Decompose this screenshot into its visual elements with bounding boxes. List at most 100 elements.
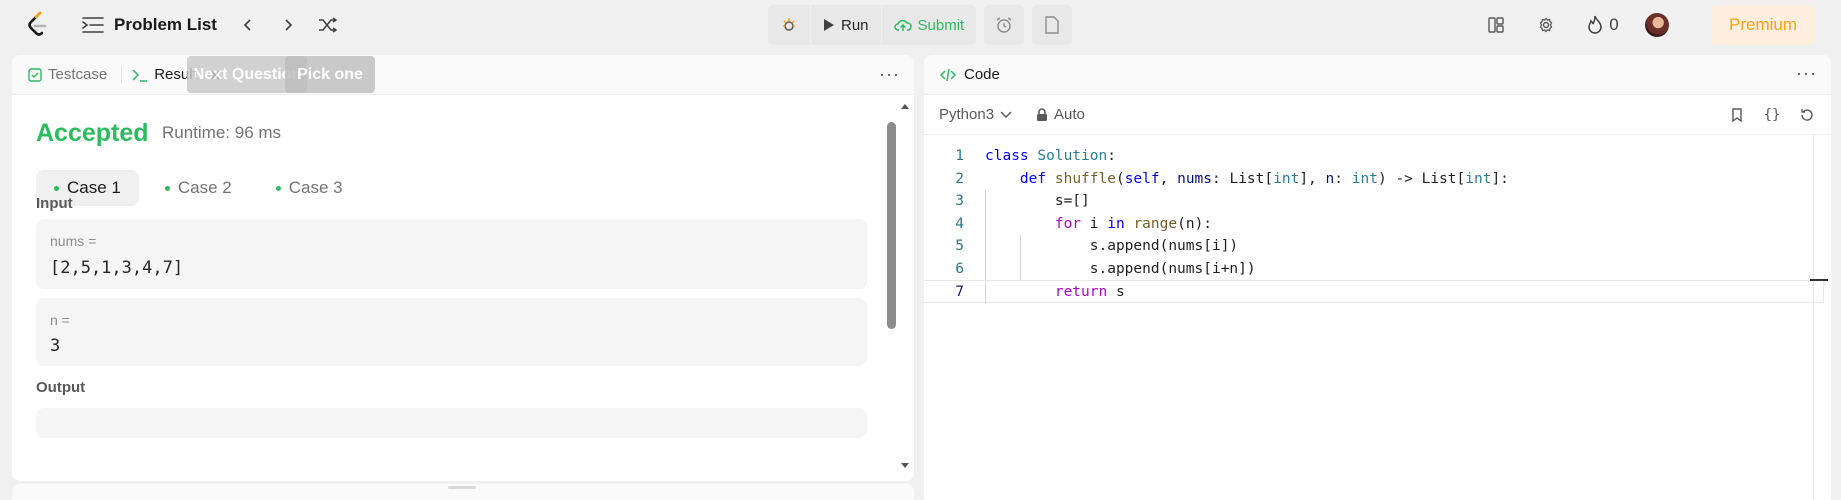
run-submit-bar: Run Submit <box>768 5 977 45</box>
code-title: Code <box>964 66 1000 83</box>
note-icon <box>1045 16 1059 34</box>
editor-scrollbar[interactable] <box>1813 135 1814 500</box>
lock-icon <box>1037 107 1047 121</box>
input-box-nums: nums = [2,5,1,3,4,7] <box>36 219 867 289</box>
resize-handle[interactable] <box>448 486 476 489</box>
avatar[interactable] <box>1645 13 1669 37</box>
problem-list-label: Problem List <box>114 15 217 34</box>
code-text: for i in range(n): <box>1054 215 1213 232</box>
auto-label: Auto <box>1054 106 1085 123</box>
language-select[interactable]: Python3 <box>939 106 1012 123</box>
leetcode-logo[interactable] <box>26 11 50 39</box>
run-button[interactable]: Run <box>811 5 881 45</box>
play-icon <box>824 19 834 31</box>
auto-mode[interactable]: Auto <box>1036 106 1085 123</box>
shuffle-icon <box>319 17 338 33</box>
streak-counter[interactable]: 0 <box>1581 12 1625 38</box>
code-text: return s <box>1054 284 1125 300</box>
pass-dot <box>164 185 170 191</box>
reset-icon <box>1801 109 1813 121</box>
input-heading: Input <box>36 195 73 212</box>
notes-button[interactable] <box>1032 5 1073 45</box>
line-number: 2 <box>955 170 964 187</box>
scrollbar-thumb[interactable] <box>887 122 896 329</box>
code-text: def shuffle(self, nums: List[int], n: in… <box>1019 170 1509 187</box>
checkbox-icon <box>28 67 42 82</box>
code-panel: Code ··· Python3 Auto {} 1 class Solutio… <box>924 55 1831 500</box>
line-number: 3 <box>955 193 964 209</box>
case-label: Case 2 <box>177 178 232 197</box>
debug-button[interactable] <box>768 5 810 45</box>
line-number: 6 <box>955 260 964 277</box>
tab-testcase[interactable]: Testcase <box>28 55 117 95</box>
submit-label: Submit <box>917 16 965 34</box>
list-icon <box>82 17 104 33</box>
code-editor[interactable]: 1 class Solution: 2 def shuffle(self, nu… <box>924 145 1824 304</box>
submit-button[interactable]: Submit <box>882 5 977 45</box>
code-header: Code ··· <box>924 55 1831 95</box>
bookmark-button[interactable] <box>1727 105 1747 125</box>
chevron-down-icon <box>1000 110 1012 118</box>
cursor-marker <box>1810 279 1828 281</box>
alarm-icon <box>996 17 1012 33</box>
settings-button[interactable] <box>1535 12 1557 38</box>
output-box <box>36 408 867 438</box>
code-line: 3 s=[] <box>924 190 1824 213</box>
debug-icon <box>783 18 795 31</box>
pick-one-button[interactable]: Pick one <box>285 56 375 93</box>
case-tab-3[interactable]: Case 3 <box>258 170 361 206</box>
result-tabs: Testcase Result Next Question Pick one ·… <box>12 55 914 95</box>
line-number: 5 <box>955 238 964 254</box>
more-icon[interactable]: ··· <box>1796 63 1817 84</box>
prev-problem-button[interactable] <box>236 14 260 36</box>
terminal-icon <box>132 68 148 82</box>
run-label: Run <box>841 16 869 34</box>
line-number: 4 <box>955 215 964 232</box>
language-value: Python3 <box>939 106 995 123</box>
more-icon[interactable]: ··· <box>879 64 900 85</box>
input-box-n: n = 3 <box>36 298 867 366</box>
chevron-right-icon <box>285 19 293 31</box>
input-name: n = <box>50 312 70 328</box>
tab-divider <box>121 65 123 84</box>
streak-count: 0 <box>1609 15 1619 34</box>
input-value: 3 <box>50 336 61 356</box>
code-line: 1 class Solution: <box>924 145 1824 168</box>
editor-toolbar: Python3 Auto {} <box>924 95 1831 135</box>
line-number: 1 <box>955 148 964 164</box>
fire-icon <box>1588 15 1603 34</box>
code-text: class Solution: <box>985 148 1116 164</box>
random-problem-button[interactable] <box>316 14 340 36</box>
code-line: 6 s.append(nums[i+n]) <box>924 257 1824 280</box>
bookmark-icon <box>1732 108 1742 122</box>
scroll-up-icon[interactable] <box>900 102 910 110</box>
upload-cloud-icon <box>893 19 912 31</box>
code-icon <box>940 68 956 81</box>
layout-icon <box>1488 17 1504 33</box>
top-navbar: Problem List Run Submit 0 Premium <box>0 0 1841 50</box>
braces-icon: {} <box>1763 107 1781 123</box>
code-line: 2 def shuffle(self, nums: List[int], n: … <box>924 168 1824 191</box>
layout-button[interactable] <box>1485 12 1507 38</box>
code-line: 5 s.append(nums[i]) <box>924 235 1824 258</box>
run-submit-group: Run Submit <box>768 5 1073 45</box>
output-heading: Output <box>36 379 86 396</box>
case-tabs: Case 1 Case 2 Case 3 <box>36 170 361 206</box>
problem-list-button[interactable]: Problem List <box>82 12 217 38</box>
result-panel: Testcase Result Next Question Pick one ·… <box>12 55 914 481</box>
code-line: 4 for i in range(n): <box>924 212 1824 235</box>
pass-dot <box>54 185 59 191</box>
tab-testcase-label: Testcase <box>48 66 108 83</box>
runtime-text: Runtime: 96 ms <box>162 123 282 142</box>
input-value: [2,5,1,3,4,7] <box>50 258 184 278</box>
timer-button[interactable] <box>984 5 1025 45</box>
case-tab-2[interactable]: Case 2 <box>147 170 250 206</box>
line-number: 7 <box>955 284 964 300</box>
scroll-down-icon[interactable] <box>900 462 910 470</box>
format-button[interactable]: {} <box>1762 105 1782 125</box>
reset-button[interactable] <box>1797 105 1817 125</box>
premium-button[interactable]: Premium <box>1711 5 1815 45</box>
next-problem-button[interactable] <box>276 14 300 36</box>
pass-dot <box>275 185 281 191</box>
result-status: Accepted <box>36 119 149 147</box>
